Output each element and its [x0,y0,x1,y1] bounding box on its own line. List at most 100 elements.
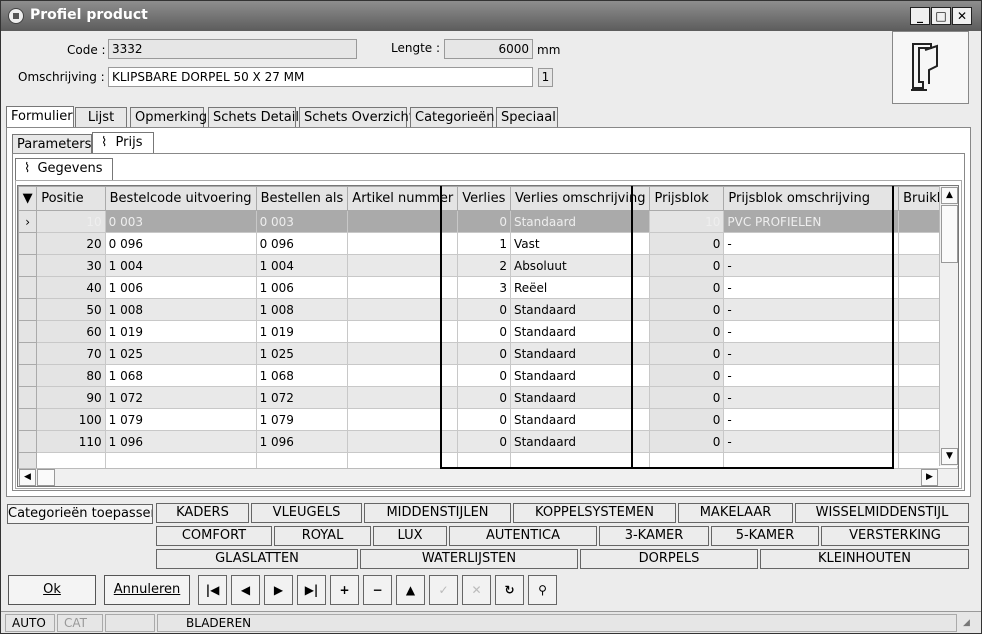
grid-cell[interactable]: 0 003 [256,210,349,233]
last-record-button[interactable]: ▶| [297,575,326,605]
row-indicator[interactable] [18,232,38,255]
grid-cell[interactable]: 30 [36,254,106,277]
grid-cell[interactable]: 1 096 [105,430,257,453]
cat-waterlijsten[interactable]: WATERLIJSTEN [360,549,578,569]
grid-cell[interactable]: 50 [36,298,106,321]
prev-record-button[interactable]: ◀ [231,575,260,605]
cat-3-kamer[interactable]: 3-KAMER [599,526,709,546]
prijs-grid[interactable]: ▼ Positie Bestelcode uitvoering Bestelle… [17,185,959,487]
grid-cell[interactable] [347,232,459,255]
grid-cell[interactable]: 0 003 [105,210,257,233]
row-indicator[interactable] [18,298,38,321]
grid-cell[interactable]: 0 096 [256,232,349,255]
delete-record-button[interactable]: − [363,575,392,605]
grid-cell[interactable]: - [723,342,900,365]
cat-middenstijlen[interactable]: MIDDENSTIJLEN [364,503,511,523]
grid-cell[interactable]: Reëel [510,276,651,299]
tab-opmerking[interactable]: Opmerking [130,107,207,128]
cat-lux[interactable]: LUX [373,526,447,546]
grid-cell[interactable]: Standaard [510,210,651,233]
col-header[interactable]: Bestelcode uitvoering [104,186,257,211]
row-indicator[interactable] [18,408,38,431]
grid-cell[interactable]: Standaard [510,364,651,387]
next-record-button[interactable]: ▶ [264,575,293,605]
grid-cell[interactable]: 1 025 [105,342,257,365]
table-row[interactable]: 20 0 096 0 096 1 Vast 0- [18,232,958,255]
grid-cell[interactable]: 1 072 [105,386,257,409]
grid-cell[interactable] [347,430,459,453]
col-header[interactable]: Verlies omschrijving [509,186,651,211]
grid-cell[interactable]: - [723,320,900,343]
grid-cell[interactable]: 1 072 [256,386,349,409]
row-indicator[interactable] [18,430,38,453]
close-button[interactable]: ✕ [952,7,972,25]
grid-cell[interactable]: 60 [36,320,106,343]
grid-cell[interactable]: 80 [36,364,106,387]
vertical-scrollbar[interactable]: ▲ ▼ [939,186,958,466]
col-header[interactable]: Prijsblok [649,186,725,211]
grid-cell[interactable]: 1 006 [256,276,349,299]
omschrijving-field[interactable]: KLIPSBARE DORPEL 50 X 27 MM [108,67,533,87]
lengte-field[interactable]: 6000 [444,39,533,59]
grid-cell[interactable] [347,386,459,409]
maximize-button[interactable]: □ [931,7,951,25]
grid-cell[interactable]: 10 [36,210,106,233]
col-header[interactable]: Artikel nummer [347,186,459,211]
row-indicator[interactable] [18,386,38,409]
scroll-right-button[interactable]: ▶ [921,469,938,486]
grid-cell[interactable] [347,276,459,299]
cat-royal[interactable]: ROYAL [274,526,371,546]
grid-cell[interactable]: 3 [457,276,511,299]
search-button[interactable]: ⚲ [528,575,557,605]
row-indicator[interactable] [18,276,38,299]
col-header[interactable]: Verlies [457,186,511,211]
table-row[interactable]: 100 1 079 1 079 0 Standaard 0- [18,408,958,431]
cat-comfort[interactable]: COMFORT [156,526,272,546]
grid-cell[interactable]: 0 [457,364,511,387]
cancel-edit-button[interactable]: ✕ [462,575,491,605]
grid-cell[interactable]: 0 [649,232,725,255]
categorieen-toepassen-button[interactable]: Categorieën toepassen [7,504,153,524]
cat-dorpels[interactable]: DORPELS [580,549,758,569]
col-header[interactable]: Prijsblok omschrijving [723,186,900,211]
table-row[interactable]: 40 1 006 1 006 3 Reëel 0- [18,276,958,299]
cat-glaslatten[interactable]: GLASLATTEN [156,549,358,569]
refresh-button[interactable]: ↻ [495,575,524,605]
tab-speciaal[interactable]: Speciaal [496,107,558,128]
grid-cell[interactable]: Absoluut [510,254,651,277]
grid-cell[interactable]: 1 079 [256,408,349,431]
grid-cell[interactable]: - [723,232,900,255]
cat-5-kamer[interactable]: 5-KAMER [711,526,819,546]
grid-cell[interactable]: Standaard [510,430,651,453]
annuleren-button[interactable]: Annuleren [104,575,190,605]
cat-makelaar[interactable]: MAKELAAR [678,503,793,523]
grid-cell[interactable]: 1 068 [105,364,257,387]
grid-cell[interactable]: - [723,298,900,321]
row-indicator[interactable] [18,254,38,277]
grid-cell[interactable] [347,254,459,277]
tab-prijs[interactable]: ⌇ Prijs [92,132,154,155]
code-field[interactable]: 3332 [108,39,357,59]
row-indicator[interactable]: › [18,210,38,233]
cat-kleinhouten[interactable]: KLEINHOUTEN [760,549,969,569]
grid-cell[interactable]: Standaard [510,342,651,365]
grid-cell[interactable]: 0 [649,408,725,431]
grid-cell[interactable]: 0 [457,210,511,233]
grid-cell[interactable]: 0 [649,342,725,365]
row-indicator[interactable] [18,320,38,343]
grid-menu-button[interactable]: ▼ [18,186,38,211]
grid-cell[interactable]: 1 004 [105,254,257,277]
grid-cell[interactable]: - [723,254,900,277]
table-row[interactable]: 60 1 019 1 019 0 Standaard 0- [18,320,958,343]
grid-cell[interactable]: PVC PROFIELEN [723,210,900,233]
table-row[interactable]: 50 1 008 1 008 0 Standaard 0- [18,298,958,321]
grid-cell[interactable]: 0 [649,386,725,409]
cat-autentica[interactable]: AUTENTICA [449,526,597,546]
grid-cell[interactable]: 0 [457,386,511,409]
scroll-left-button[interactable]: ◀ [19,469,36,486]
row-indicator[interactable] [18,364,38,387]
grid-cell[interactable]: Standaard [510,320,651,343]
grid-cell[interactable] [347,342,459,365]
grid-cell[interactable]: 1 008 [256,298,349,321]
grid-cell[interactable]: 1 [457,232,511,255]
